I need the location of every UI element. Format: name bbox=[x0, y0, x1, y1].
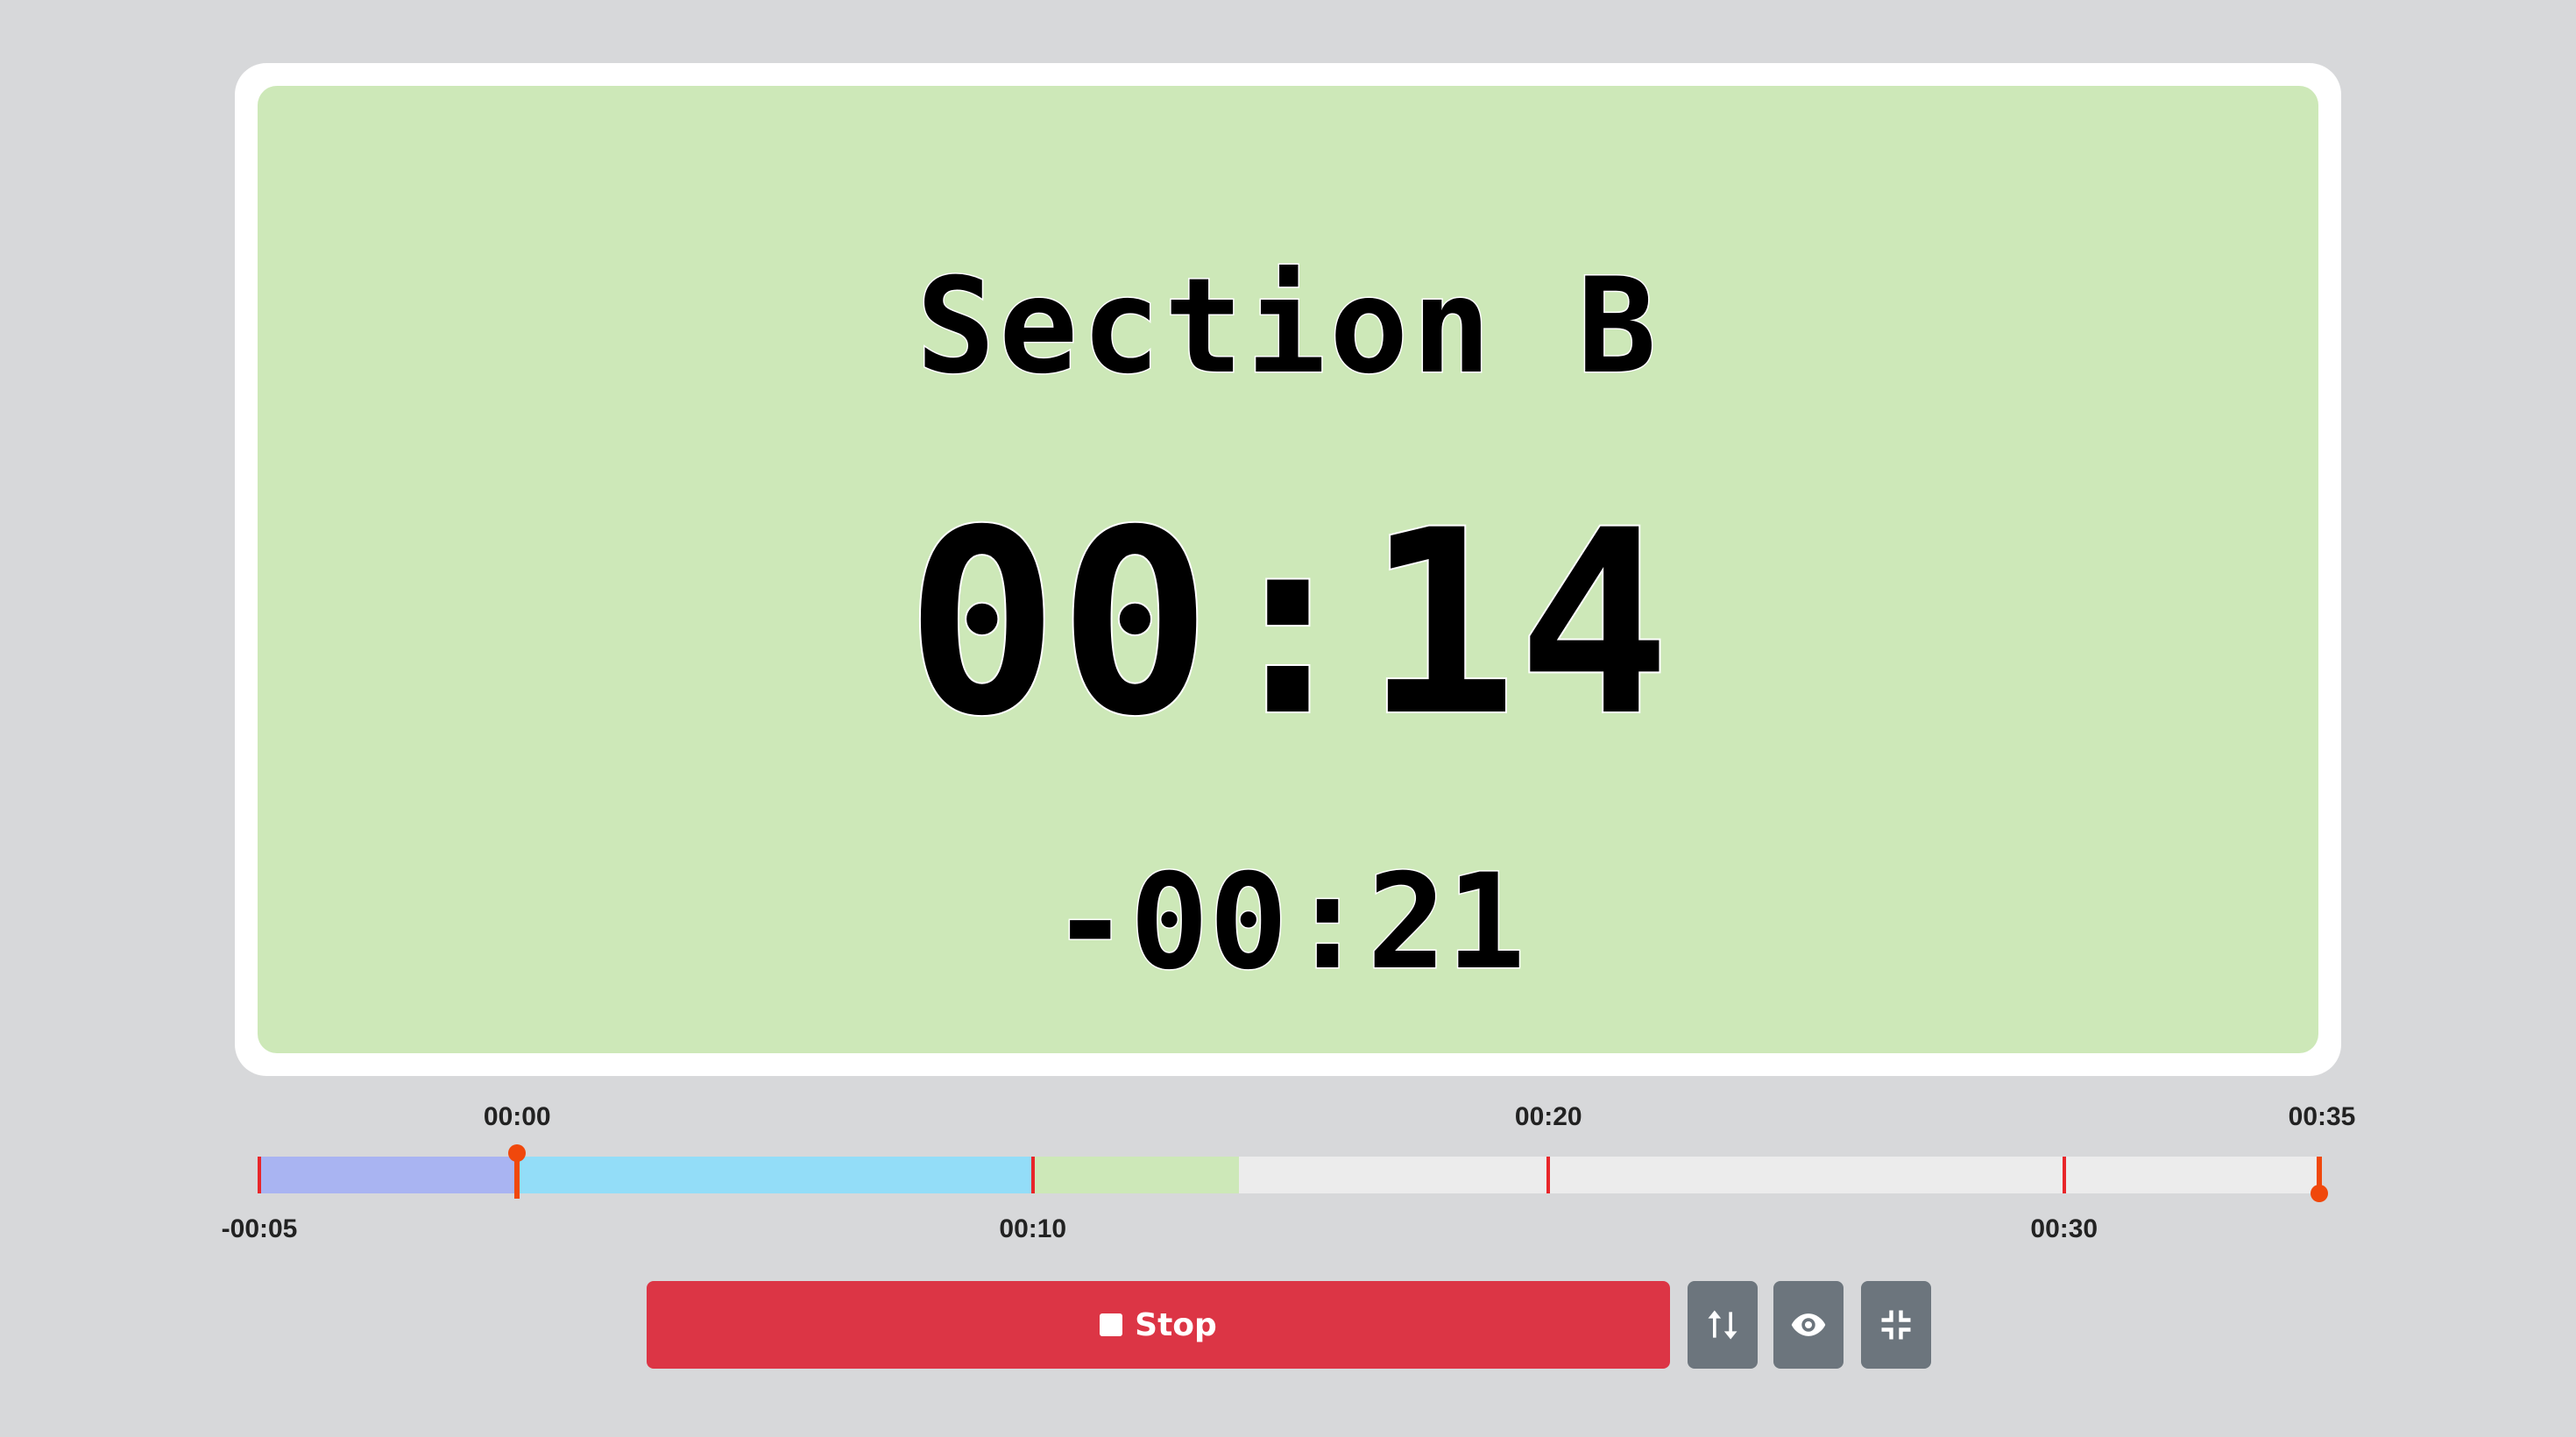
swap-vertical-icon bbox=[1708, 1310, 1737, 1340]
compress-icon bbox=[1881, 1310, 1911, 1340]
eye-icon bbox=[1791, 1313, 1826, 1336]
timeline-tick bbox=[2062, 1157, 2066, 1193]
elapsed-time: 00:14 bbox=[904, 477, 1673, 772]
timeline-segment-2 bbox=[1032, 1157, 1240, 1193]
timeline-label-bottom: 00:10 bbox=[999, 1214, 1067, 1243]
swap-order-button[interactable] bbox=[1688, 1281, 1758, 1369]
timeline[interactable]: 00:00 00:20 00:35 -00:05 00:10 00:30 bbox=[222, 1102, 2356, 1243]
stop-label: Stop bbox=[1135, 1306, 1217, 1343]
timer-display: Section B 00:14 -00:21 bbox=[258, 86, 2318, 1053]
compress-button[interactable] bbox=[1861, 1281, 1931, 1369]
screen: Section B 00:14 -00:21 00:00 00:20 00:35 -0… bbox=[0, 0, 2576, 1437]
timeline-label-top: 00:35 bbox=[2288, 1102, 2356, 1131]
timeline-tick bbox=[1030, 1157, 1035, 1193]
timeline-label-top: 00:20 bbox=[1514, 1102, 1582, 1131]
timeline-tick bbox=[258, 1157, 261, 1193]
timeline-segment-1 bbox=[517, 1157, 1033, 1193]
end-marker-handle[interactable] bbox=[2311, 1185, 2328, 1202]
stop-icon bbox=[1100, 1313, 1123, 1336]
stop-button[interactable]: Stop bbox=[647, 1281, 1670, 1369]
timer-card: Section B 00:14 -00:21 bbox=[235, 63, 2341, 1076]
timeline-label-bottom: 00:30 bbox=[2030, 1214, 2098, 1243]
timeline-segment-0 bbox=[259, 1157, 518, 1193]
timeline-label-top: 00:00 bbox=[483, 1102, 551, 1131]
visibility-button[interactable] bbox=[1773, 1281, 1844, 1369]
section-title: Section B bbox=[915, 251, 1660, 403]
current-position-handle[interactable] bbox=[508, 1144, 527, 1162]
remaining-time: -00:21 bbox=[1050, 846, 1527, 999]
timeline-label-bottom: -00:05 bbox=[221, 1214, 298, 1243]
timeline-tick bbox=[1546, 1157, 1551, 1193]
